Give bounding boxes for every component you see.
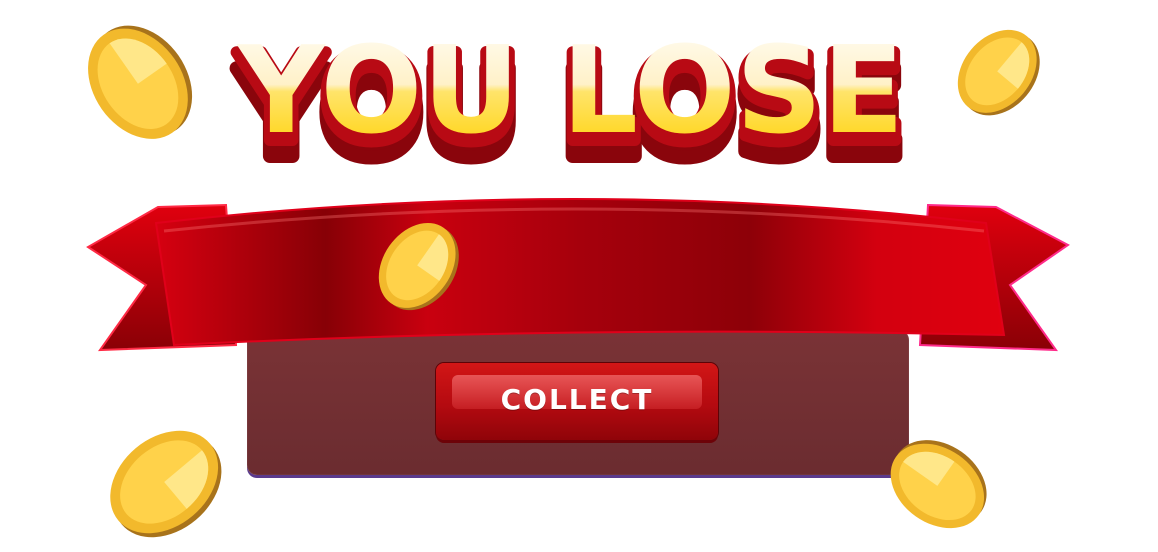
- result-title: YOU LOSE YOU LOSE YOU LOSE: [226, 22, 916, 192]
- collect-button-label: COLLECT: [500, 383, 654, 416]
- collect-button[interactable]: COLLECT: [436, 363, 718, 440]
- ribbon-banner: [86, 185, 1072, 365]
- coin-icon: [100, 418, 230, 548]
- coin-icon: [876, 430, 1000, 540]
- coin-icon: [74, 18, 204, 148]
- title-text: YOU LOSE: [236, 22, 904, 161]
- coin-icon: [368, 216, 468, 316]
- coin-icon: [948, 22, 1048, 122]
